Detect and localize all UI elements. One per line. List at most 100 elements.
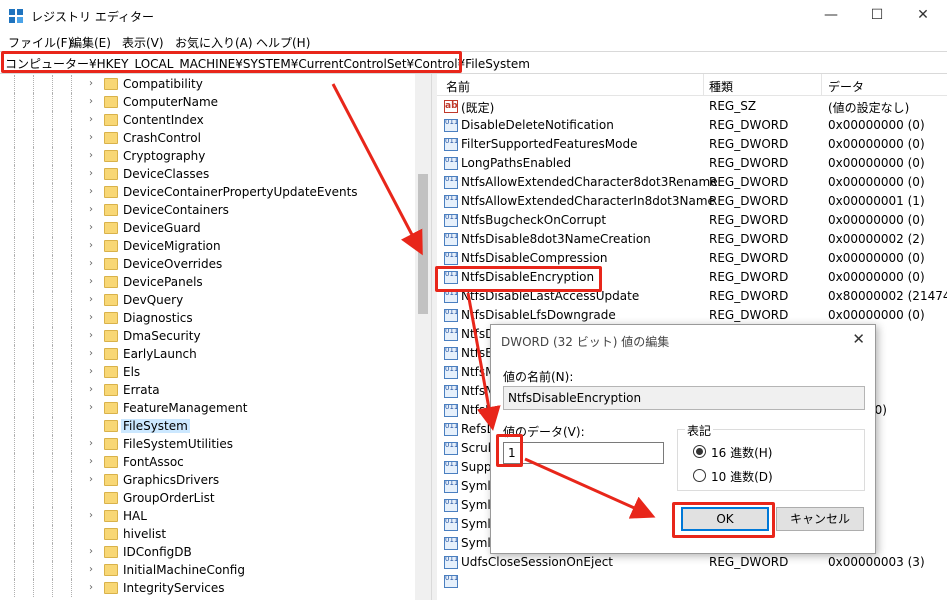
chevron-right-icon[interactable]: › [89, 186, 93, 197]
value-row[interactable]: 011 NtfsDisableLfsDowngrade REG_DWORD 0x000… [437, 306, 947, 325]
tree-scrollbar-thumb[interactable] [418, 174, 428, 314]
tree-item[interactable]: › FeatureManagement [0, 399, 415, 417]
tree-item[interactable]: › DeviceClasses [0, 165, 415, 183]
radio-decimal[interactable] [693, 469, 706, 482]
chevron-right-icon[interactable]: › [89, 348, 93, 359]
chevron-right-icon[interactable]: › [89, 78, 93, 89]
tree-item[interactable]: › Compatibility [0, 75, 415, 93]
chevron-right-icon[interactable]: › [89, 510, 93, 521]
chevron-right-icon[interactable]: › [89, 150, 93, 161]
tree-item[interactable]: › Errata [0, 381, 415, 399]
chevron-right-icon[interactable]: › [89, 564, 93, 575]
menu-view[interactable]: 表示(V) [122, 34, 164, 51]
value-row[interactable]: 011 LongPathsEnabled REG_DWORD 0x00000000 (… [437, 154, 947, 173]
tree-item[interactable]: › ComputerName [0, 93, 415, 111]
chevron-right-icon[interactable]: › [89, 294, 93, 305]
tree-item[interactable]: › DeviceMigration [0, 237, 415, 255]
chevron-right-icon[interactable]: › [89, 96, 93, 107]
radio-hex-label[interactable]: 16 進数(H) [711, 444, 772, 461]
value-row[interactable]: 011 DisableDeleteNotification REG_DWORD 0x0… [437, 116, 947, 135]
tree-guide-line [33, 147, 34, 165]
tree-item[interactable]: › DevicePanels [0, 273, 415, 291]
chevron-right-icon[interactable]: › [89, 222, 93, 233]
tree-item[interactable]: › GraphicsDrivers [0, 471, 415, 489]
tree-item[interactable]: › DeviceOverrides [0, 255, 415, 273]
tree-item[interactable]: › DevQuery [0, 291, 415, 309]
tree-guide-line [71, 435, 72, 453]
cancel-button[interactable]: キャンセル [776, 507, 864, 531]
tree-scrollbar[interactable] [415, 74, 431, 600]
tree-item[interactable]: › ContentIndex [0, 111, 415, 129]
chevron-right-icon[interactable]: › [89, 114, 93, 125]
column-name[interactable]: 名前 [446, 78, 470, 95]
tree-item[interactable]: › Els [0, 363, 415, 381]
value-row[interactable]: 011 NtfsDisable8dot3NameCreation REG_DWORD… [437, 230, 947, 249]
chevron-right-icon[interactable]: › [89, 456, 93, 467]
chevron-right-icon[interactable]: › [89, 384, 93, 395]
chevron-right-icon[interactable]: › [89, 204, 93, 215]
value-row[interactable]: 011 FilterSupportedFeaturesMode REG_DWORD 0… [437, 135, 947, 154]
tree-item[interactable]: › Cryptography [0, 147, 415, 165]
binary-value-icon: 011 [444, 423, 458, 436]
tree-item[interactable]: › DmaSecurity [0, 327, 415, 345]
menu-edit[interactable]: 編集(E) [70, 34, 111, 51]
tree-item[interactable]: › InitialMachineConfig [0, 561, 415, 579]
column-type[interactable]: 種類 [709, 78, 733, 95]
tree-item[interactable]: › DeviceContainerPropertyUpdateEvents [0, 183, 415, 201]
chevron-right-icon[interactable]: › [89, 258, 93, 269]
value-data: 0x00000003 (3) [828, 555, 925, 569]
tree-guide-line [14, 525, 15, 543]
tree-item[interactable]: › IDConfigDB [0, 543, 415, 561]
value-data-input[interactable]: 1 [503, 442, 664, 464]
chevron-right-icon[interactable]: › [89, 546, 93, 557]
column-separator[interactable] [703, 74, 704, 96]
chevron-right-icon[interactable]: › [89, 474, 93, 485]
value-row[interactable]: 011 NtfsAllowExtendedCharacter8dot3Rename… [437, 173, 947, 192]
tree-item[interactable]: GroupOrderList [0, 489, 415, 507]
tree-item[interactable]: › CrashControl [0, 129, 415, 147]
tree-item[interactable]: › FontAssoc [0, 453, 415, 471]
chevron-right-icon[interactable]: › [89, 582, 93, 593]
tree-item[interactable]: › FileSystemUtilities [0, 435, 415, 453]
tree-guide-line [71, 93, 72, 111]
tree-item[interactable]: › DeviceGuard [0, 219, 415, 237]
chevron-right-icon[interactable]: › [89, 366, 93, 377]
radio-hex[interactable] [693, 445, 706, 458]
menu-favorites[interactable]: お気に入り(A) [175, 34, 253, 51]
value-row[interactable]: ab (既定) REG_SZ (値の設定なし) [437, 97, 947, 116]
maximize-button[interactable]: ☐ [854, 0, 900, 31]
menu-file[interactable]: ファイル(F) [8, 34, 72, 51]
tree-item[interactable]: › IntegrityServices [0, 579, 415, 597]
tree-item[interactable]: hivelist [0, 525, 415, 543]
chevron-right-icon[interactable]: › [89, 240, 93, 251]
tree-guide-line [14, 489, 15, 507]
tree-item[interactable]: FileSystem [0, 417, 415, 435]
key-tree-pane[interactable]: › Compatibility › ComputerName › ContentIndex… [0, 74, 431, 600]
radio-decimal-label[interactable]: 10 進数(D) [711, 468, 773, 485]
chevron-right-icon[interactable]: › [89, 276, 93, 287]
tree-item[interactable]: › HAL [0, 507, 415, 525]
tree-item[interactable]: › Diagnostics [0, 309, 415, 327]
chevron-right-icon[interactable]: › [89, 438, 93, 449]
value-row[interactable]: 011 NtfsBugcheckOnCorrupt REG_DWORD 0x00000… [437, 211, 947, 230]
tree-guide-line [14, 435, 15, 453]
close-button[interactable]: ✕ [900, 0, 946, 31]
menu-bar: ファイル(F) 編集(E) 表示(V) お気に入り(A) ヘルプ(H) [0, 31, 947, 51]
dialog-title: DWORD (32 ビット) 値の編集 [501, 335, 670, 349]
column-data[interactable]: データ [828, 78, 864, 95]
chevron-right-icon[interactable]: › [89, 312, 93, 323]
chevron-right-icon[interactable]: › [89, 132, 93, 143]
column-separator[interactable] [821, 74, 822, 96]
chevron-right-icon[interactable]: › [89, 168, 93, 179]
tree-item[interactable]: › DeviceContainers [0, 201, 415, 219]
tree-guide-line [33, 507, 34, 525]
minimize-button[interactable]: — [808, 0, 854, 31]
menu-help[interactable]: ヘルプ(H) [256, 34, 310, 51]
chevron-right-icon[interactable]: › [89, 330, 93, 341]
chevron-right-icon[interactable]: › [89, 402, 93, 413]
value-row[interactable]: 011 NtfsAllowExtendedCharacterIn8dot3Name… [437, 192, 947, 211]
tree-item[interactable]: › EarlyLaunch [0, 345, 415, 363]
value-row[interactable]: 011 [437, 572, 947, 591]
dialog-close-icon[interactable]: ✕ [852, 330, 865, 348]
value-row[interactable]: 011 UdfsCloseSessionOnEject REG_DWORD 0x000… [437, 553, 947, 572]
